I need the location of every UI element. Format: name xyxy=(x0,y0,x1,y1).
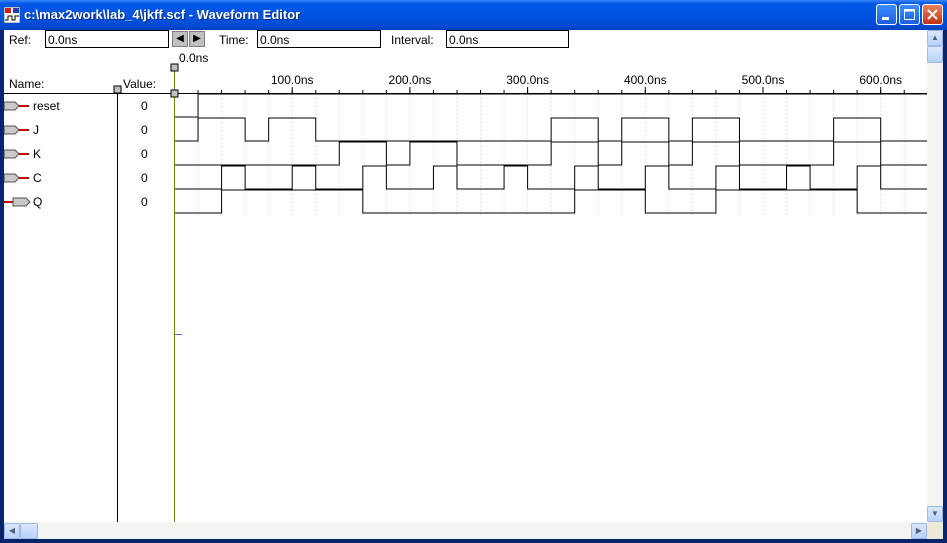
time-toolbar: Ref: 0.0ns ◀ ▶ Time: 0.0ns Interval: 0.0… xyxy=(4,30,930,52)
signal-value: 0 xyxy=(141,123,148,137)
scroll-down-button[interactable]: ▼ xyxy=(927,506,943,522)
title-bar[interactable]: c:\max2work\lab_4\jkff.scf - Waveform Ed… xyxy=(0,0,947,30)
cursor-time-label: 0.0ns xyxy=(179,52,208,65)
editor-client-area: Ref: 0.0ns ◀ ▶ Time: 0.0ns Interval: 0.0… xyxy=(4,30,943,539)
signal-row-reset[interactable]: reset 0 xyxy=(4,93,928,118)
axis-tick-label: 300.0ns xyxy=(506,73,549,87)
scroll-up-button[interactable]: ▲ xyxy=(927,30,943,46)
signal-value: 0 xyxy=(141,195,148,209)
signal-value: 0 xyxy=(141,171,148,185)
minimize-button[interactable] xyxy=(876,4,897,25)
interval-label: Interval: xyxy=(391,33,434,47)
prev-transition-button[interactable]: ◀ xyxy=(172,31,188,47)
maximize-button[interactable] xyxy=(899,4,920,25)
name-column-header: Name: xyxy=(9,77,44,91)
signal-row-q[interactable]: Q0 xyxy=(4,189,928,214)
interval-field[interactable]: 0.0ns xyxy=(446,30,569,48)
signal-value: 0 xyxy=(141,147,148,161)
scroll-left-button[interactable]: ◀ xyxy=(4,523,20,539)
axis-tick-label: 400.0ns xyxy=(624,73,667,87)
input-pin-icon xyxy=(4,149,29,159)
signal-name: J xyxy=(33,123,39,137)
column-divider-handle[interactable] xyxy=(113,85,122,94)
close-icon xyxy=(927,9,938,20)
size-grip[interactable] xyxy=(927,522,943,539)
waveform-trace[interactable] xyxy=(174,93,928,118)
signal-name: reset xyxy=(33,99,60,113)
minimize-icon xyxy=(882,17,889,20)
signal-name: Q xyxy=(33,195,42,209)
signal-value: 0 xyxy=(141,99,148,113)
input-pin-icon xyxy=(4,101,29,111)
arrow-left-icon: ◀ xyxy=(176,33,184,44)
input-pin-icon xyxy=(4,125,29,135)
horizontal-scroll-thumb[interactable] xyxy=(20,523,38,539)
waveform-trace[interactable] xyxy=(174,189,928,214)
signal-name: K xyxy=(33,147,41,161)
axis-tick-label: 100.0ns xyxy=(271,73,314,87)
signal-rows: reset 0J 0K 0C 0Q 0 xyxy=(4,93,928,214)
signal-row-k[interactable]: K0 xyxy=(4,141,928,166)
waveform-area[interactable]: Name: Value: 0.0ns 100.0ns 200.0ns 300.0ns… xyxy=(4,52,927,522)
waveform-trace[interactable] xyxy=(174,117,928,142)
grid-lines xyxy=(197,94,905,217)
horizontal-scrollbar[interactable]: ◀ ▶ xyxy=(4,522,927,539)
time-cursor-handle-lower[interactable] xyxy=(170,89,179,98)
pin-body xyxy=(4,149,20,159)
pin-body xyxy=(4,125,20,135)
ref-field[interactable]: 0.0ns xyxy=(45,30,169,48)
chevron-up-icon: ▲ xyxy=(931,33,939,42)
chevron-left-icon: ◀ xyxy=(8,526,16,535)
time-cursor-handle[interactable] xyxy=(170,63,179,72)
pin-body xyxy=(4,101,20,111)
axis-tick-label: 200.0ns xyxy=(389,73,432,87)
close-button[interactable] xyxy=(922,4,943,25)
vertical-scroll-thumb[interactable] xyxy=(927,46,943,63)
time-axis: 100.0ns 200.0ns 300.0ns 400.0ns 500.0ns 600.0… xyxy=(174,73,905,93)
input-pin-icon xyxy=(4,173,29,183)
vertical-scrollbar[interactable]: ▲ ▼ xyxy=(927,30,943,522)
value-column-header: Value: xyxy=(123,77,156,91)
signal-row-c[interactable]: C0 xyxy=(4,165,928,190)
waveform-editor-window: c:\max2work\lab_4\jkff.scf - Waveform Ed… xyxy=(0,0,947,543)
signal-row-j[interactable]: J0 xyxy=(4,117,928,142)
signal-name: C xyxy=(33,171,42,185)
chevron-right-icon: ▶ xyxy=(915,526,923,535)
waveform-trace[interactable] xyxy=(174,165,928,190)
waveform-trace[interactable] xyxy=(174,141,928,166)
scroll-right-button[interactable]: ▶ xyxy=(911,523,927,539)
axis-tick-label: 500.0ns xyxy=(742,73,785,87)
waveform-app-icon xyxy=(4,7,20,23)
ref-label: Ref: xyxy=(9,33,32,47)
pin-body xyxy=(4,173,20,183)
next-transition-button[interactable]: ▶ xyxy=(189,31,205,47)
arrow-right-icon: ▶ xyxy=(193,33,201,44)
chevron-down-icon: ▼ xyxy=(931,509,939,518)
axis-tick-label: 600.0ns xyxy=(859,73,902,87)
window-title: c:\max2work\lab_4\jkff.scf - Waveform Ed… xyxy=(24,7,301,22)
maximize-icon xyxy=(904,9,915,20)
time-label: Time: xyxy=(219,33,249,47)
output-pin-icon xyxy=(4,197,31,207)
time-field[interactable]: 0.0ns xyxy=(257,30,381,48)
pin-body xyxy=(12,197,31,207)
